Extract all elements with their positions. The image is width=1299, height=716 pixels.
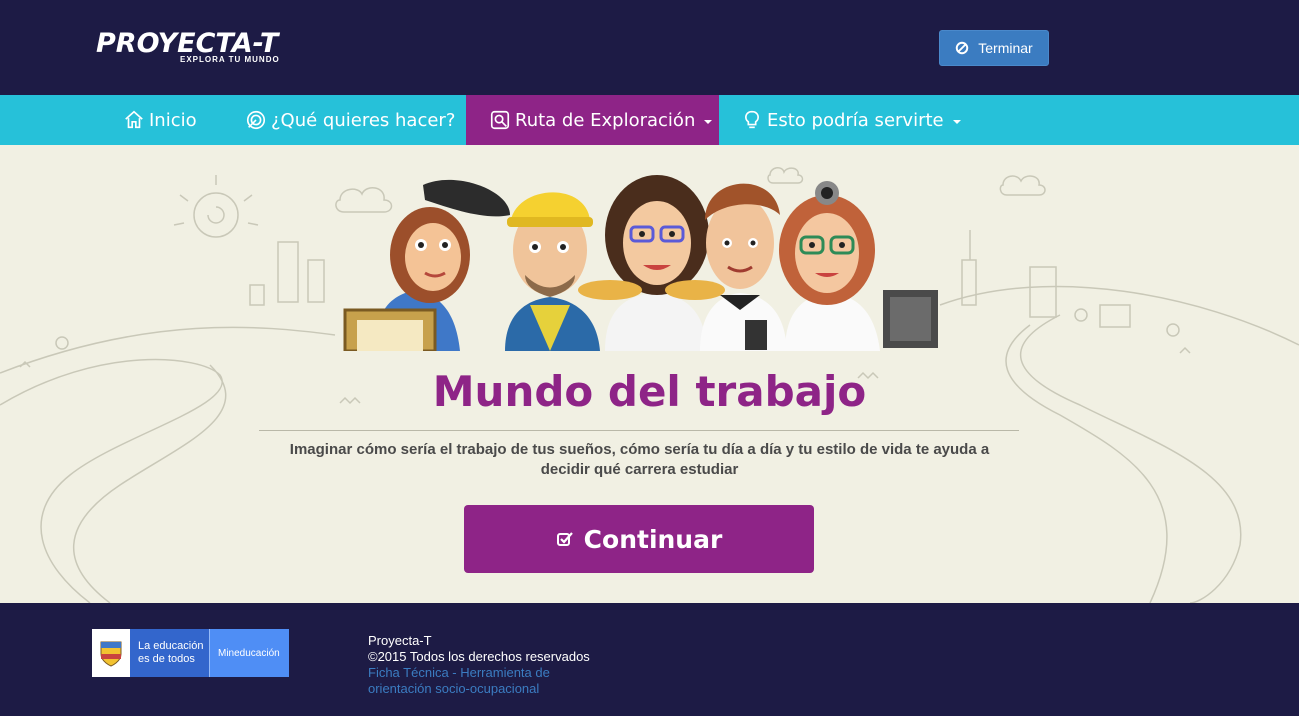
gov-logo-left-text: La educación es de todos [130, 629, 209, 677]
artist-character [343, 179, 510, 351]
page-description: Imaginar cómo sería el trabajo de tus su… [289, 441, 990, 478]
chef-character [578, 175, 725, 351]
top-header: PROYECTA-T EXPLORA TU MUNDO Terminar [0, 0, 1299, 95]
footer: La educación es de todos Mineducación Pr… [0, 603, 1299, 716]
chevron-down-icon [704, 119, 713, 124]
chevron-down-icon [952, 119, 961, 124]
main-content: Mundo del trabajo Imaginar cómo sería el… [0, 145, 1299, 603]
lightbulb-icon [744, 110, 760, 129]
doctor-character [779, 181, 938, 351]
logo-tagline: EXPLORA TU MUNDO [180, 55, 280, 64]
footer-copyright: ©2015 Todos los derechos reservados [368, 649, 590, 664]
professionals-illustration [343, 175, 938, 351]
footer-site-name: Proyecta-T [368, 633, 432, 648]
main-nav: Inicio ¿Qué quieres hacer? Ruta de Explo… [0, 95, 1299, 145]
check-square-icon [556, 532, 573, 546]
builder-character [505, 192, 600, 351]
end-button[interactable]: Terminar [939, 30, 1049, 66]
end-button-label: Terminar [978, 40, 1033, 56]
page-title: Mundo del trabajo [432, 367, 867, 416]
nav-item-que-quieres-hacer[interactable]: ¿Qué quieres hacer? [245, 95, 455, 145]
proyecta-t-logo[interactable]: PROYECTA-T EXPLORA TU MUNDO [96, 28, 320, 68]
target-icon [246, 110, 266, 130]
footer-info: Proyecta-T ©2015 Todos los derechos rese… [368, 633, 590, 697]
home-icon [125, 110, 143, 129]
continue-button[interactable]: Continuar [464, 505, 814, 573]
title-divider [259, 430, 1019, 431]
nav-label: Esto podría servirte [767, 109, 944, 131]
nav-label: Ruta de Exploración [515, 109, 696, 131]
waiter-character [700, 183, 787, 351]
nav-item-esto-podria-servirte[interactable]: Esto podría servirte [741, 95, 961, 145]
mineducacion-logo[interactable]: La educación es de todos Mineducación [92, 629, 289, 677]
route-icon [490, 110, 510, 130]
nav-label: Inicio [149, 109, 197, 131]
nav-item-ruta-de-exploracion[interactable]: Ruta de Exploración [466, 95, 719, 145]
coat-of-arms-icon [92, 629, 130, 677]
gov-logo-right-text: Mineducación [209, 629, 289, 677]
ban-icon [956, 41, 969, 55]
continue-button-label: Continuar [583, 524, 723, 554]
nav-label: ¿Qué quieres hacer? [271, 109, 456, 131]
ficha-tecnica-link[interactable]: Ficha Técnica - Herramienta de orientaci… [368, 665, 578, 697]
nav-item-inicio[interactable]: Inicio [123, 95, 197, 145]
